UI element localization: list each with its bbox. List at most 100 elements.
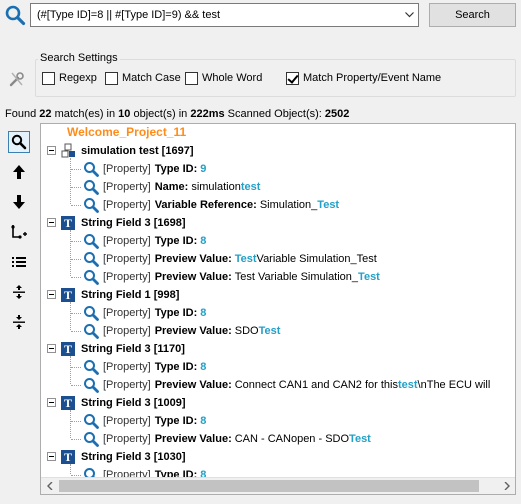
tree-connector — [71, 331, 81, 332]
tree-connector — [71, 187, 81, 188]
object-label: String Field 3 [1698] — [81, 217, 186, 229]
property-tag: [Property] — [103, 271, 151, 283]
property-value-highlight: Test — [258, 325, 281, 337]
match-property-checkbox[interactable]: Match Property/Event Name — [286, 70, 441, 86]
tree-connector — [70, 356, 71, 384]
collapse-toggle[interactable] — [47, 290, 56, 299]
object-label: String Field 1 [998] — [81, 289, 180, 301]
text-field-icon: T — [61, 216, 75, 230]
collapse-toggle[interactable] — [47, 398, 56, 407]
next-match-button[interactable] — [8, 191, 30, 213]
search-tool-button[interactable] — [8, 131, 30, 153]
chevron-down-icon[interactable] — [400, 4, 418, 26]
match-case-checkbox[interactable]: Match Case — [105, 70, 181, 86]
scrollbar-thumb[interactable] — [59, 480, 479, 492]
property-match-row[interactable]: [Property] Type ID: 8 — [83, 304, 206, 322]
property-match-row[interactable]: [Property] Preview Value: SDO Test — [83, 322, 280, 340]
property-value-prefix: Connect CAN1 and CAN2 for this — [234, 379, 398, 391]
property-name: Variable Reference: — [154, 199, 257, 211]
property-tag: [Property] — [103, 415, 151, 427]
object-node[interactable]: simulation test [1697] — [61, 142, 193, 160]
tools-icon[interactable] — [8, 70, 26, 88]
previous-match-button[interactable] — [8, 161, 30, 183]
status-line: Found 22 match(es) in 10 object(s) in 22… — [5, 108, 349, 120]
checkbox-box[interactable] — [42, 71, 55, 85]
whole-word-checkbox[interactable]: Whole Word — [185, 70, 262, 86]
tree-connector — [71, 313, 81, 314]
search-icon — [84, 360, 99, 375]
tree-connector — [71, 385, 81, 386]
property-match-row[interactable]: [Property] Preview Value: CAN - CANopen - … — [83, 430, 371, 448]
property-match-row[interactable]: [Property] Preview Value: Test Variable Si… — [83, 268, 380, 286]
collapse-toggle[interactable] — [47, 218, 56, 227]
search-icon — [84, 162, 99, 177]
property-tag: [Property] — [103, 181, 151, 193]
tree-connector — [71, 205, 81, 206]
status-object-text: object(s) in — [133, 108, 188, 120]
expand-icon — [13, 285, 25, 299]
scroll-left-icon[interactable] — [41, 478, 58, 494]
property-match-row[interactable]: [Property] Type ID: 8 — [83, 232, 206, 250]
regexp-checkbox[interactable]: Regexp — [42, 70, 97, 86]
results-tree[interactable]: Welcome_Project_11 simulation test [1697… — [40, 123, 516, 495]
status-found: Found — [5, 108, 37, 120]
object-node[interactable]: T String Field 3 [1030] — [61, 448, 186, 466]
project-node[interactable]: Welcome_Project_11 — [67, 125, 186, 139]
collapse-toggle[interactable] — [47, 344, 56, 353]
collapse-toggle[interactable] — [47, 452, 56, 461]
property-match-row[interactable]: [Property] Type ID: 9 — [83, 160, 206, 178]
checkbox-box[interactable] — [185, 71, 198, 85]
collapse-all-button[interactable] — [8, 311, 30, 333]
object-node[interactable]: T String Field 1 [998] — [61, 286, 179, 304]
expand-all-button[interactable] — [8, 281, 30, 303]
search-icon — [84, 414, 99, 429]
property-tag: [Property] — [103, 235, 151, 247]
property-match-row[interactable]: [Property] Type ID: 8 — [83, 358, 206, 376]
property-match-row[interactable]: [Property] Preview Value: Test Variable Si… — [83, 250, 377, 268]
property-value-highlight: Test — [317, 199, 340, 211]
object-node[interactable]: T String Field 3 [1170] — [61, 340, 185, 358]
object-node[interactable]: T String Field 3 [1698] — [61, 214, 186, 232]
query-input[interactable]: (#[Type ID]=8 || #[Type ID]=9) && test — [31, 9, 400, 21]
add-branch-button[interactable] — [8, 221, 30, 243]
search-icon — [84, 432, 99, 447]
property-tag: [Property] — [103, 253, 151, 265]
search-icon — [11, 134, 27, 150]
search-button[interactable]: Search — [429, 3, 516, 27]
arrow-down-icon — [13, 195, 25, 209]
status-scanned-text: Scanned Object(s): — [227, 108, 322, 120]
property-value-highlight: 8 — [200, 235, 207, 247]
property-value-prefix: Simulation_ — [259, 199, 318, 211]
property-value-highlight: Test — [234, 253, 257, 265]
status-match-text: match(es) in — [54, 108, 116, 120]
property-match-row[interactable]: [Property] Name: simulation test — [83, 178, 260, 196]
horizontal-scrollbar[interactable] — [41, 477, 515, 494]
object-label: String Field 3 [1009] — [81, 397, 186, 409]
property-match-row[interactable]: [Property] Type ID: 8 — [83, 412, 206, 430]
arrow-up-icon — [13, 165, 25, 179]
property-match-row[interactable]: [Property] Variable Reference: Simulation_… — [83, 196, 339, 214]
tree-connector — [71, 421, 81, 422]
scroll-right-icon[interactable] — [498, 478, 515, 494]
results-tree-content: Welcome_Project_11 simulation test [1697… — [41, 124, 515, 478]
property-name: Type ID: — [154, 235, 198, 247]
checkbox-box[interactable] — [105, 71, 118, 85]
search-icon — [84, 306, 99, 321]
search-icon — [84, 234, 99, 249]
signal-icon — [61, 143, 75, 158]
collapse-toggle[interactable] — [47, 146, 56, 155]
status-scanned-count: 2502 — [324, 108, 350, 120]
list-view-button[interactable] — [8, 251, 30, 273]
tree-connector — [71, 169, 81, 170]
property-value-highlight: 9 — [200, 163, 207, 175]
checkbox-box-checked[interactable] — [286, 71, 299, 85]
object-node[interactable]: T String Field 3 [1009] — [61, 394, 186, 412]
search-icon — [84, 198, 99, 213]
query-combobox[interactable]: (#[Type ID]=8 || #[Type ID]=9) && test — [30, 3, 419, 27]
tree-connector — [71, 475, 81, 476]
property-name: Type ID: — [154, 163, 198, 175]
tree-connector — [71, 367, 81, 368]
property-name: Preview Value: — [154, 325, 232, 337]
property-value-prefix: CAN - CANopen - SDO — [234, 433, 350, 445]
property-match-row[interactable]: [Property] Preview Value: Connect CAN1 and… — [83, 376, 490, 394]
